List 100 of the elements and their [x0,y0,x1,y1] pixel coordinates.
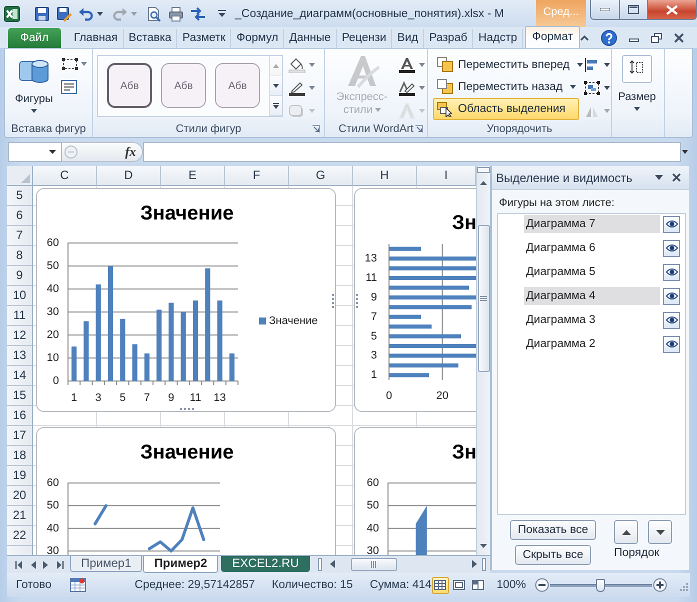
customize-toolbar-icon[interactable] [218,9,226,18]
save-icon[interactable] [34,6,50,22]
resize-handle-icon[interactable] [180,407,194,411]
visibility-toggle[interactable] [663,216,680,232]
row-header[interactable]: 21 [7,506,32,526]
visibility-toggle[interactable] [663,240,680,256]
scroll-thumb[interactable] [350,558,397,570]
column-header[interactable]: D [97,166,161,186]
minimize-button[interactable] [590,0,620,20]
next-sheet-icon[interactable] [42,560,48,568]
help-icon[interactable] [601,30,617,46]
row-header[interactable]: 7 [7,226,32,246]
split-box[interactable] [477,167,490,173]
selection-pane-button[interactable]: Область выделения [433,98,579,120]
zoom-in-icon[interactable] [653,578,667,592]
column-header[interactable]: I [417,166,476,186]
paint-bucket-icon[interactable] [288,57,306,73]
previous-sheet-icon[interactable] [30,560,36,568]
dialog-launcher-icon[interactable] [415,124,423,132]
column-header[interactable]: E [161,166,225,186]
text-box-icon[interactable] [61,80,77,94]
print-preview-icon[interactable] [146,6,162,22]
row-header[interactable]: 12 [7,326,32,346]
row-header[interactable]: 14 [7,366,32,386]
bring-forward-button[interactable]: Переместить вперед [433,55,579,75]
show-all-button[interactable]: Показать все [510,520,596,540]
row-header[interactable]: 10 [7,286,32,306]
scroll-thumb[interactable] [478,225,490,372]
column-header[interactable]: H [353,166,417,186]
row-header[interactable]: 13 [7,346,32,366]
shape-list-item[interactable]: Диаграмма 2 [524,335,660,353]
slider-thumb[interactable] [596,578,605,592]
move-up-button[interactable] [614,520,638,544]
pane-menu-icon[interactable] [655,175,663,180]
dialog-launcher-icon[interactable] [312,124,320,132]
file-tab[interactable]: Файл [8,28,61,48]
resize-handle-icon[interactable] [355,294,359,308]
caret-icon[interactable] [604,63,610,67]
zoom-level[interactable]: 100% [496,579,526,591]
row-header[interactable]: 6 [7,206,32,226]
gallery-down-button[interactable] [270,76,282,96]
collapse-ribbon-icon[interactable] [580,34,589,40]
sheet-tab[interactable]: Пример2 [143,556,218,573]
printer-icon[interactable] [168,6,184,22]
caret-icon[interactable] [97,12,103,16]
zoom-out-icon[interactable] [535,578,549,592]
row-header[interactable]: 17 [7,426,32,446]
close-icon[interactable] [672,173,681,182]
row-header[interactable]: 8 [7,246,32,266]
shape-list-item[interactable]: Диаграмма 3 [524,311,660,329]
shape-style-swatch[interactable]: Абв [107,63,152,108]
row-header[interactable]: 9 [7,266,32,286]
shape-style-swatch[interactable]: Абв [161,63,206,108]
insert-function-button[interactable]: fx [125,144,136,160]
close-icon[interactable] [674,32,684,42]
close-button[interactable] [648,0,697,20]
vertical-scrollbar[interactable] [476,166,490,555]
caret-icon[interactable] [604,86,610,90]
size-button[interactable]: Размер [612,49,662,120]
group-icon[interactable] [583,80,601,96]
split-box[interactable] [482,558,486,570]
visibility-toggle[interactable] [663,336,680,352]
scroll-left-icon[interactable] [330,560,335,568]
column-header[interactable]: G [289,166,353,186]
maximize-button[interactable] [620,0,648,20]
scroll-right-icon[interactable] [472,560,477,568]
formula-input[interactable] [143,142,681,162]
shape-list-item[interactable]: Диаграмма 4 [524,287,660,305]
gallery-more-button[interactable] [270,96,282,116]
visibility-toggle[interactable] [663,288,680,304]
caret-icon[interactable] [49,150,56,154]
row-header[interactable]: 16 [7,406,32,426]
move-down-button[interactable] [648,520,672,544]
record-macro-icon[interactable] [70,578,86,592]
hide-all-button[interactable]: Скрыть все [514,545,592,565]
sheet-tab[interactable]: EXCEL2.RU [221,556,310,572]
shape-style-swatch[interactable]: Абв [215,63,260,108]
row-header[interactable]: 22 [7,526,32,546]
send-backward-button[interactable]: Переместить назад [433,76,579,96]
visibility-toggle[interactable] [663,264,680,280]
shape-list-item[interactable]: Диаграмма 6 [524,239,660,257]
shapes-button[interactable]: Фигуры [11,49,57,120]
column-header[interactable]: C [33,166,97,186]
first-sheet-icon[interactable] [14,560,22,568]
text-outline-icon[interactable] [398,80,416,96]
normal-view-button[interactable] [432,576,449,594]
row-header[interactable]: 20 [7,486,32,506]
visibility-toggle[interactable] [663,312,680,328]
pen-outline-icon[interactable] [288,80,306,96]
undo-icon[interactable] [78,6,94,22]
shape-list-item[interactable]: Диаграмма 7 [524,215,660,233]
resize-grip-icon[interactable] [679,582,688,590]
restore-icon[interactable] [651,32,662,42]
app-icon[interactable] [4,6,20,22]
disk-pencil-icon[interactable] [56,6,72,22]
row-header[interactable]: 5 [7,186,32,206]
row-header[interactable]: 15 [7,386,32,406]
last-sheet-icon[interactable] [56,560,64,568]
text-fill-icon[interactable] [398,57,416,73]
sheet-tab[interactable]: Пример1 [70,556,142,572]
